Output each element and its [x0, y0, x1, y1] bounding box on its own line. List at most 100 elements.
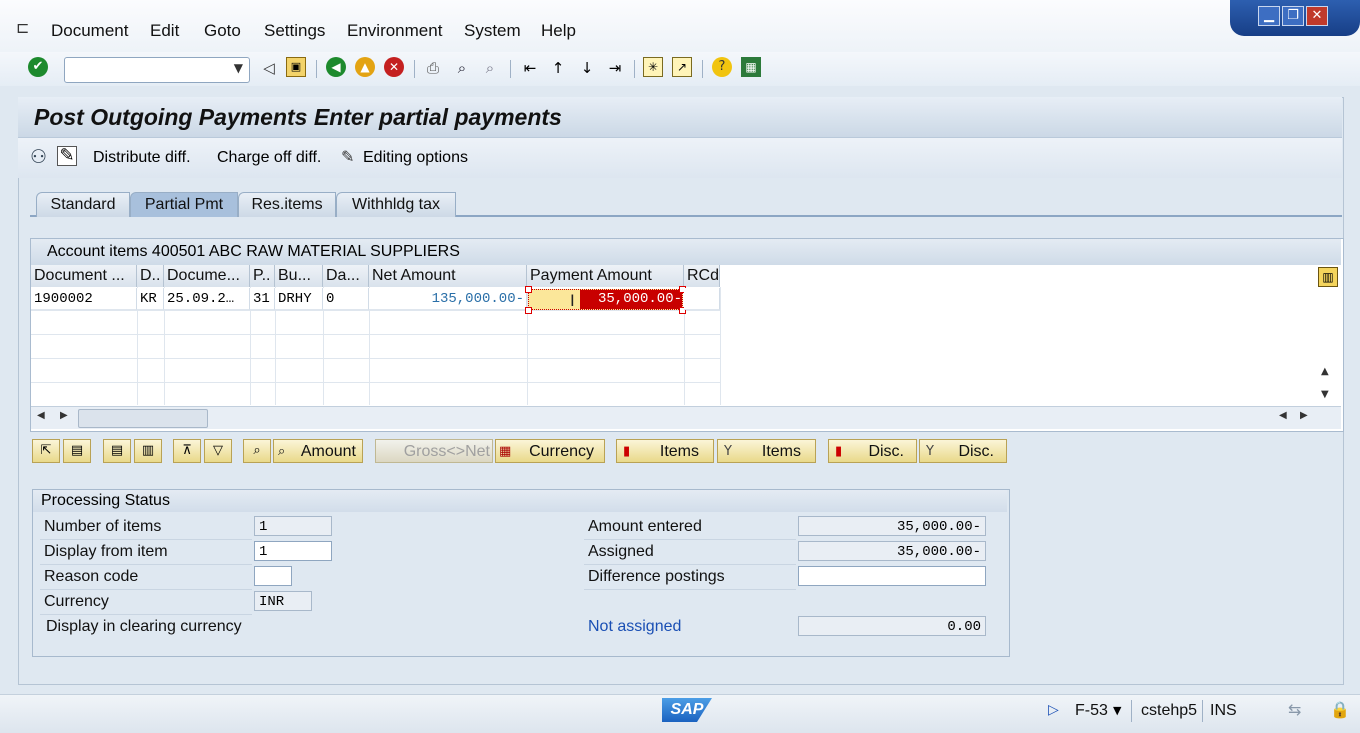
- help-icon[interactable]: ?: [712, 57, 732, 77]
- disc-button-2[interactable]: Y Disc.: [919, 439, 1007, 463]
- column-header-net-amount[interactable]: Net Amount: [369, 265, 527, 287]
- column-header-da[interactable]: Da...: [323, 265, 369, 287]
- editing-options-button[interactable]: Editing options: [363, 149, 468, 167]
- assigned-field: 35,000.00-: [798, 541, 986, 561]
- deselect-all-icon[interactable]: ▤: [63, 439, 91, 463]
- find-next-icon[interactable]: ⌕: [479, 57, 501, 79]
- amount-label: Amount: [300, 443, 356, 460]
- enter-icon[interactable]: ✔: [28, 57, 48, 77]
- display-from-item-field[interactable]: 1: [254, 541, 332, 561]
- sort-icon[interactable]: ⊼: [173, 439, 201, 463]
- table-cell-rcd[interactable]: [684, 288, 720, 310]
- chevron-down-icon[interactable]: ▼: [234, 61, 243, 75]
- menu-icon[interactable]: ⊏: [16, 18, 34, 37]
- horizontal-scrollbar[interactable]: [31, 406, 1341, 429]
- back-nav-icon[interactable]: ◀: [326, 57, 346, 77]
- lock-icon[interactable]: 🔒: [1330, 700, 1350, 719]
- amount-entered-field: 35,000.00-: [798, 516, 986, 536]
- items-button-2[interactable]: Y Items: [717, 439, 816, 463]
- table-cell-bu[interactable]: DRHY: [275, 288, 323, 310]
- tab-partial-pmt[interactable]: Partial Pmt: [130, 192, 238, 217]
- scroll-up-icon[interactable]: ▲: [1321, 366, 1329, 377]
- restore-icon[interactable]: ❐: [1282, 6, 1304, 26]
- activate-items-icon[interactable]: ▤: [103, 439, 131, 463]
- menu-system[interactable]: System: [464, 21, 521, 41]
- column-header-rcd[interactable]: RCd: [684, 265, 720, 287]
- menu-environment[interactable]: Environment: [347, 21, 442, 41]
- number-of-items-label: Number of items: [44, 518, 162, 535]
- disc-button-1[interactable]: ▮ Disc.: [828, 439, 917, 463]
- search-icon[interactable]: ⌕: [243, 439, 271, 463]
- currency-button[interactable]: ▦ Currency: [495, 439, 605, 463]
- tab-standard[interactable]: Standard: [36, 192, 130, 217]
- print-icon[interactable]: ⎙: [422, 57, 444, 79]
- layout-icon[interactable]: ▦: [741, 57, 761, 77]
- currency-icon: ▦: [499, 444, 512, 459]
- items-button-1[interactable]: ▮ Items: [616, 439, 714, 463]
- save-icon[interactable]: ▣: [286, 57, 306, 77]
- reason-code-label: Reason code: [44, 568, 139, 585]
- column-header-doc-date[interactable]: Docume...: [164, 265, 250, 287]
- scroll-right-icon[interactable]: ▶: [60, 410, 68, 421]
- menu-settings[interactable]: Settings: [264, 21, 325, 41]
- table-cell-d[interactable]: KR: [137, 288, 164, 310]
- scrollbar-thumb[interactable]: [78, 409, 208, 428]
- table-cell-p[interactable]: 31: [250, 288, 275, 310]
- menu-edit[interactable]: Edit: [150, 21, 179, 41]
- shortcut-icon[interactable]: ↗: [672, 57, 692, 77]
- transaction-code[interactable]: F-53: [1075, 702, 1108, 720]
- first-page-icon[interactable]: ⇤: [519, 57, 541, 79]
- menu-document[interactable]: Document: [51, 21, 128, 41]
- column-header-document[interactable]: Document ...: [31, 265, 137, 287]
- prev-page-icon[interactable]: ↑: [547, 57, 569, 79]
- next-page-icon[interactable]: ↓: [576, 57, 598, 79]
- back-icon[interactable]: ◁: [258, 57, 280, 79]
- disc-label-1: Disc.: [868, 443, 904, 460]
- difference-postings-field[interactable]: [798, 566, 986, 586]
- select-all-icon[interactable]: ⇱: [32, 439, 60, 463]
- charge-off-diff-button[interactable]: Charge off diff.: [217, 149, 321, 167]
- new-session-icon[interactable]: ✳: [643, 57, 663, 77]
- last-page-icon[interactable]: ⇥: [604, 57, 626, 79]
- table-cell-document[interactable]: 1900002: [31, 288, 137, 310]
- currency-label: Currency: [44, 593, 109, 610]
- table-cell-da[interactable]: 0: [323, 288, 369, 310]
- tab-withhldg-tax[interactable]: Withhldg tax: [336, 192, 456, 217]
- menu-help[interactable]: Help: [541, 21, 576, 41]
- scroll-left-icon[interactable]: ◀: [1279, 410, 1287, 421]
- input-mode[interactable]: INS: [1210, 702, 1237, 720]
- column-header-d[interactable]: D..: [137, 265, 164, 287]
- edit-icon[interactable]: ✎: [57, 146, 77, 166]
- scroll-right-icon[interactable]: ▶: [1300, 410, 1308, 421]
- filter-icon[interactable]: ▽: [204, 439, 232, 463]
- column-header-payment-amount[interactable]: Payment Amount: [527, 265, 684, 287]
- search-amount-button[interactable]: ⌕ Amount: [273, 439, 363, 463]
- currency-label: Currency: [529, 443, 594, 460]
- not-assigned-field: 0.00: [798, 616, 986, 636]
- gross-net-button[interactable]: Gross<>Net: [375, 439, 493, 463]
- number-of-items-field: 1: [254, 516, 332, 536]
- status-expand-icon[interactable]: ▷: [1048, 702, 1059, 718]
- payment-amount-value[interactable]: 35,000.00-: [580, 290, 682, 309]
- find-icon[interactable]: ⌕: [451, 57, 473, 79]
- column-header-bu[interactable]: Bu...: [275, 265, 323, 287]
- reason-code-field[interactable]: [254, 566, 292, 586]
- close-icon[interactable]: ✕: [1306, 6, 1328, 26]
- exit-icon[interactable]: ▲: [355, 57, 375, 77]
- scroll-left-icon[interactable]: ◀: [37, 410, 45, 421]
- person-icon[interactable]: ⚇: [30, 146, 47, 168]
- distribute-diff-button[interactable]: Distribute diff.: [93, 149, 191, 167]
- cancel-icon[interactable]: ✕: [384, 57, 404, 77]
- tab-res-items[interactable]: Res.items: [238, 192, 336, 217]
- command-field[interactable]: ▼: [64, 57, 250, 83]
- items-filter-icon: Y: [724, 444, 732, 459]
- scroll-down-icon[interactable]: ▼: [1321, 389, 1329, 400]
- minimize-icon[interactable]: ▁: [1258, 6, 1280, 26]
- menu-goto[interactable]: Goto: [204, 21, 241, 41]
- chevron-down-icon[interactable]: ▼: [1113, 704, 1121, 717]
- difference-postings-label: Difference postings: [588, 568, 725, 585]
- column-header-p[interactable]: P..: [250, 265, 275, 287]
- deactivate-items-icon[interactable]: ▥: [134, 439, 162, 463]
- table-settings-icon[interactable]: ▥: [1318, 267, 1338, 287]
- table-cell-doc-date[interactable]: 25.09.2…: [164, 288, 250, 310]
